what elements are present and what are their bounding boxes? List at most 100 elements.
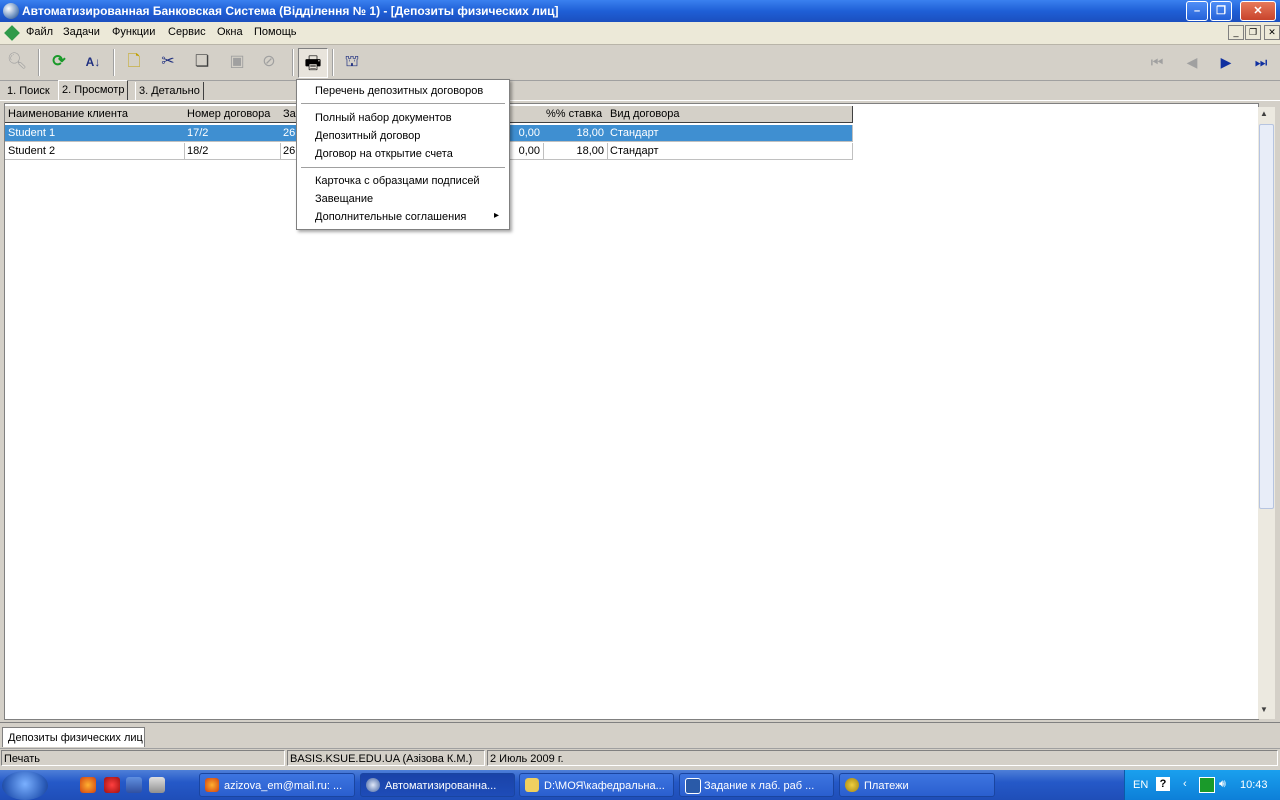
tab-details[interactable]: 3. Детально <box>135 82 204 100</box>
column-header-amount[interactable] <box>508 106 544 123</box>
next-record-icon[interactable]: ▶ <box>1214 51 1238 73</box>
toolbar: 🔍︎ ⟳ A↓ 🗋︎ ✂ ❏ ▣ ⊘ 🖶︎ ⛫ ⏮︎ ◀ ▶ ⏭︎ <box>0 45 1280 81</box>
data-grid[interactable] <box>4 103 1259 720</box>
submenu-arrow-icon: ▸ <box>494 210 500 221</box>
taskbar-button-folder[interactable]: D:\МОЯ\кафедральна... <box>519 773 674 797</box>
table-cell-client[interactable]: Student 1 <box>5 125 185 142</box>
title-bar: Автоматизированная Банковская Система (В… <box>0 0 1280 22</box>
scrollbar-thumb[interactable] <box>1259 124 1274 509</box>
taskbar-button-word[interactable]: Задание к лаб. раб ... <box>679 773 834 797</box>
search-icon[interactable]: 🔍︎ <box>5 51 29 73</box>
cut-icon[interactable]: ✂ <box>156 51 180 73</box>
taskbar-button-label: Задание к лаб. раб ... <box>704 780 815 792</box>
toolbar-separator <box>292 49 294 76</box>
opera-icon[interactable] <box>104 777 120 793</box>
table-cell-contract[interactable]: 17/2 <box>184 125 281 142</box>
clock[interactable]: 10:43 <box>1240 779 1268 791</box>
status-bar: Печать BASIS.KSUE.EDU.UA (Азізова К.М.) … <box>0 748 1280 768</box>
folder-icon <box>525 778 539 792</box>
window-title: Автоматизированная Банковская Система (В… <box>22 4 559 18</box>
volume-icon[interactable]: 🔊︎ <box>1219 778 1226 791</box>
menu-bar: Файл Задачи Функции Сервис Окна Помощь _… <box>0 22 1280 45</box>
scroll-up-icon[interactable]: ▲ <box>1260 109 1268 118</box>
calculator-icon[interactable] <box>149 777 165 793</box>
taskbar-button-label: Автоматизированна... <box>385 780 497 792</box>
firefox-icon[interactable] <box>80 777 96 793</box>
toolbar-separator <box>332 49 334 76</box>
word-document-icon <box>685 778 701 794</box>
taskbar-button-mail[interactable]: azizova_em@mail.ru: ... <box>199 773 355 797</box>
maximize-button[interactable]: ❐ <box>1210 1 1232 21</box>
table-cell-amount[interactable]: 0,00 <box>508 143 544 160</box>
table-cell-amount[interactable]: 0,00 <box>508 125 544 142</box>
tab-search[interactable]: 1. Поиск <box>4 82 53 100</box>
chevron-left-icon[interactable]: ‹ <box>1183 778 1187 790</box>
scroll-down-icon[interactable]: ▼ <box>1260 705 1268 714</box>
network-icon[interactable] <box>1199 777 1215 793</box>
app-icon[interactable] <box>3 3 19 19</box>
print-icon[interactable]: 🖶︎ <box>298 48 328 78</box>
menu-file[interactable]: Файл <box>26 26 53 38</box>
report-icon[interactable]: ⛫ <box>340 51 364 73</box>
menu-item-deposit-list[interactable]: Перечень депозитных договоров <box>315 85 483 97</box>
tab-view[interactable]: 2. Просмотр <box>58 80 129 101</box>
document-tab[interactable]: Депозиты физических лиц <box>2 727 145 747</box>
taskbar-button-label: D:\МОЯ\кафедральна... <box>544 780 665 792</box>
status-mode: Печать <box>1 750 285 766</box>
new-document-icon[interactable]: 🗋︎ <box>122 51 146 73</box>
first-record-icon[interactable]: ⏮︎ <box>1145 51 1169 73</box>
copy-document-icon[interactable]: ❏ <box>190 51 214 73</box>
language-indicator[interactable]: EN <box>1133 779 1148 791</box>
column-header-type[interactable]: Вид договора <box>607 106 853 123</box>
menu-separator <box>301 103 505 104</box>
column-header-contract[interactable]: Номер договора <box>184 106 281 123</box>
help-icon[interactable]: ? <box>1156 777 1170 791</box>
status-date: 2 Июль 2009 г. <box>487 750 1278 766</box>
menu-separator <box>301 167 505 168</box>
table-cell-type[interactable]: Стандарт <box>607 143 853 160</box>
system-tray: EN ? ‹ 🔊︎ 10:43 <box>1124 770 1280 800</box>
table-cell-contract[interactable]: 18/2 <box>184 143 281 160</box>
taskbar-button-label: Платежи <box>864 780 909 792</box>
menu-service[interactable]: Сервис <box>168 26 206 38</box>
menu-item-signature-card[interactable]: Карточка с образцами подписей <box>315 175 480 187</box>
close-button[interactable]: ✕ <box>1240 1 1276 21</box>
last-record-icon[interactable]: ⏭︎ <box>1249 51 1273 73</box>
refresh-icon[interactable]: ⟳ <box>47 51 71 73</box>
taskbar-button-payments[interactable]: Платежи <box>839 773 995 797</box>
column-header-rate[interactable]: %% ставка <box>543 106 608 123</box>
start-button[interactable] <box>2 771 48 800</box>
menu-functions[interactable]: Функции <box>112 26 155 38</box>
menu-windows[interactable]: Окна <box>217 26 243 38</box>
column-header-client[interactable]: Наименование клиента <box>5 106 185 123</box>
document-icon[interactable] <box>4 25 20 41</box>
minimize-button[interactable]: – <box>1186 1 1208 21</box>
cancel-icon[interactable]: ⊘ <box>257 51 281 73</box>
globe-icon <box>366 778 380 792</box>
table-cell-rate[interactable]: 18,00 <box>543 125 608 142</box>
taskbar-button-label: azizova_em@mail.ru: ... <box>224 780 343 792</box>
menu-item-additional-agreements[interactable]: Дополнительные соглашения <box>315 211 466 223</box>
print-popup-menu: Перечень депозитных договоров Полный наб… <box>296 79 510 230</box>
table-cell-client[interactable]: Student 2 <box>5 143 185 160</box>
menu-item-testament[interactable]: Завещание <box>315 193 373 205</box>
table-cell-rate[interactable]: 18,00 <box>543 143 608 160</box>
toolbar-separator <box>113 49 115 76</box>
coins-icon <box>845 778 859 792</box>
table-cell-type[interactable]: Стандарт <box>607 125 853 142</box>
menu-tasks[interactable]: Задачи <box>63 26 100 38</box>
menu-item-full-document-set[interactable]: Полный набор документов <box>315 112 452 124</box>
menu-help[interactable]: Помощь <box>254 26 297 38</box>
mdi-minimize-button[interactable]: _ <box>1228 25 1244 40</box>
menu-item-account-opening-contract[interactable]: Договор на открытие счета <box>315 148 453 160</box>
save-icon[interactable]: ▣ <box>225 51 249 73</box>
previous-record-icon[interactable]: ◀ <box>1180 51 1204 73</box>
divider <box>0 722 1280 723</box>
app-launcher-icon[interactable] <box>126 777 142 793</box>
status-server: BASIS.KSUE.EDU.UA (Азізова К.М.) <box>287 750 485 766</box>
sort-icon[interactable]: A↓ <box>81 51 105 73</box>
menu-item-deposit-contract[interactable]: Депозитный договор <box>315 130 420 142</box>
mdi-close-button[interactable]: ✕ <box>1264 25 1280 40</box>
taskbar-button-abs[interactable]: Автоматизированна... <box>360 773 515 797</box>
mdi-restore-button[interactable]: ❐ <box>1245 25 1261 40</box>
